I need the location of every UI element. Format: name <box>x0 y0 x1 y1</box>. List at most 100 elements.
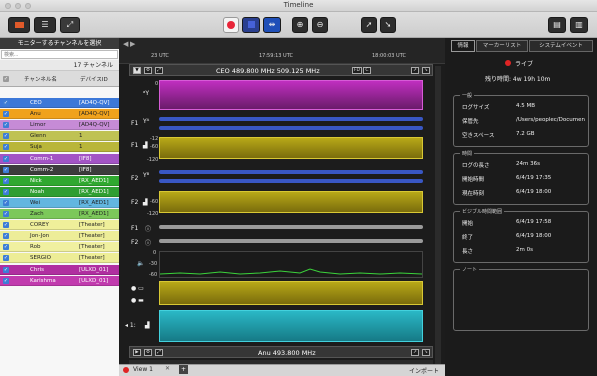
view-tab-bar: View 1 ✕ + インポート <box>119 364 445 376</box>
scale-tick: -120 <box>147 157 159 163</box>
channel-row[interactable]: ✓ Comm-2 [IF8] <box>0 164 119 175</box>
channel-checkbox[interactable]: ✓ <box>3 199 9 206</box>
channel-checkbox[interactable]: ✓ <box>3 188 9 195</box>
channel-row[interactable]: ✓ Noah [RX_AED1] <box>0 186 119 197</box>
list-button[interactable]: ☰ <box>34 17 56 33</box>
channel-row[interactable]: ✓ Nick [RX_AED1] <box>0 175 119 186</box>
sidebar-button[interactable]: ▤ <box>548 17 566 33</box>
channel-checkbox[interactable]: ✓ <box>3 100 9 106</box>
storage-value: /Users/peoplec/Documen <box>516 117 585 123</box>
channel-row[interactable]: ✓ Wei [RX_AED1] <box>0 197 119 208</box>
add-view-icon[interactable]: + <box>179 365 188 374</box>
channel-row[interactable]: ✓ SERGIO [Theater] <box>0 253 119 264</box>
log-length-value: 24m 36s <box>516 161 540 167</box>
channel-checkbox[interactable]: ✓ <box>3 177 9 184</box>
remaining-time: 残り時間: 4w 19h 10m <box>485 76 551 83</box>
time-ruler: ◀ ▶ 23 UTC 17:59:13 UTC 18:00:03 UTC <box>119 38 445 64</box>
cursor-icon[interactable]: ➚ <box>411 349 419 356</box>
tab-system-events[interactable]: システムイベント <box>529 40 593 52</box>
marker-cursor-icon[interactable]: ➘ <box>422 67 430 74</box>
channel-row[interactable]: ✓ Karishma [ULXD_01] <box>0 275 119 286</box>
column-channel-name[interactable]: チャンネル名 <box>24 75 57 83</box>
channel-checkbox[interactable]: ✓ <box>3 144 9 151</box>
channel-row[interactable]: ✓ Jon-Jon [Theater] <box>0 231 119 242</box>
record-button[interactable] <box>223 17 239 33</box>
view-tab[interactable]: View 1 <box>133 366 153 373</box>
channel-row[interactable]: ✓ Suja 1 <box>0 142 119 153</box>
channel-count: 17 チャンネル <box>0 60 119 71</box>
marker-cursor-button[interactable]: ➘ <box>380 17 396 33</box>
channel-checkbox[interactable]: ✓ <box>3 277 9 284</box>
zoom-out-button[interactable]: ⊖ <box>312 17 328 33</box>
scroll-right-icon[interactable]: ▶ <box>130 40 135 48</box>
scroll-left-icon[interactable]: ◀ <box>123 40 128 48</box>
device-id: [Theater] <box>79 233 105 240</box>
channel-group-header: ▶ ⚙ ⤢ Anu 493.800 MHz ➚ ➘ <box>129 346 433 358</box>
expand-icon[interactable]: ⤢ <box>155 349 163 356</box>
channel-checkbox[interactable]: ✓ <box>3 133 9 140</box>
channel-row[interactable]: ✓ Rob [Theater] <box>0 242 119 253</box>
settings-icon[interactable]: ⚙ <box>144 349 152 356</box>
cursor-icon[interactable]: ➚ <box>411 67 419 74</box>
channel-checkbox[interactable]: ✓ <box>3 166 9 173</box>
channel-checkbox[interactable]: ✓ <box>3 211 9 217</box>
channel-checkbox[interactable]: ✓ <box>3 222 9 229</box>
channel-row[interactable]: ✓ Chris [ULXD_01] <box>0 264 119 275</box>
stop-button[interactable] <box>242 17 260 33</box>
cursor-button[interactable]: ➚ <box>361 17 377 33</box>
close-tab-icon[interactable]: ✕ <box>165 365 170 372</box>
settings-icon[interactable]: ⚙ <box>144 67 152 74</box>
channel-checkbox[interactable]: ✓ <box>3 255 9 262</box>
vertical-scrollbar[interactable] <box>435 66 441 366</box>
expand-icon[interactable]: ⤢ <box>155 67 163 74</box>
column-device-id[interactable]: デバイスID <box>80 75 108 83</box>
channel-row[interactable]: ✓ Limor [AD4Q-QV] <box>0 120 119 131</box>
device-id: [AD4Q-QV] <box>79 111 110 118</box>
range-start-value: 6/4/19 17:58 <box>516 219 552 225</box>
channel-checkbox[interactable]: ✓ <box>3 111 9 118</box>
battery-lane[interactable] <box>159 281 423 305</box>
marker-cursor-icon[interactable]: ➘ <box>422 349 430 356</box>
expand-group-icon[interactable]: ▶ <box>133 349 141 356</box>
notes-section[interactable]: ノート <box>453 266 589 331</box>
channel-checkbox[interactable]: ✓ <box>3 233 9 240</box>
f1-label: F1 <box>131 142 139 149</box>
channel-row[interactable]: ✓ CEO [AD4Q-QV] <box>0 98 119 108</box>
log-size-label: ログサイズ <box>462 105 490 111</box>
zoom-in-button[interactable]: ⊕ <box>292 17 308 33</box>
channel-table-header: ✓ チャンネル名 デバイスID <box>0 71 119 87</box>
channel-checkbox[interactable]: ✓ <box>3 122 9 129</box>
antenna-b-lane[interactable] <box>159 126 423 130</box>
channel-row[interactable]: ✓ Glenn 1 <box>0 131 119 142</box>
f2-status-lane[interactable] <box>159 239 423 243</box>
antenna-b-lane[interactable] <box>159 179 423 183</box>
channel-row[interactable]: ✓ COREY [Theater] <box>0 220 119 231</box>
select-all-checkbox[interactable]: ✓ <box>3 76 9 82</box>
panel-button[interactable]: ▥ <box>570 17 588 33</box>
fit-button[interactable]: ⇹ <box>263 17 281 33</box>
channel-row[interactable]: ✓ Anu [AD4Q-QV] <box>0 109 119 120</box>
channel-checkbox[interactable]: ✓ <box>3 266 9 273</box>
tab-marker-list[interactable]: マーカーリスト <box>476 40 528 52</box>
channel-name: CEO <box>30 100 42 106</box>
channel-checkbox[interactable]: ✓ <box>3 155 9 162</box>
channel-search-input[interactable] <box>1 50 118 59</box>
antenna-a-lane[interactable] <box>159 170 423 174</box>
import-button[interactable]: インポート <box>409 366 439 375</box>
channel-row[interactable]: ✓ Comm-1 [IF8] <box>0 153 119 164</box>
tab-info[interactable]: 情報 <box>451 40 475 52</box>
expand-button[interactable]: ⤢ <box>60 17 80 33</box>
channel-list-button[interactable] <box>8 17 30 33</box>
antenna-a-lane[interactable] <box>159 117 423 121</box>
f2-rf-lane[interactable] <box>159 191 423 213</box>
f1-status-lane[interactable] <box>159 225 423 229</box>
scale-tick: -60 <box>150 144 159 150</box>
channel-row[interactable]: ✓ Zach [RX_AED1] <box>0 209 119 219</box>
free-space-label: 空きスペース <box>462 133 495 139</box>
rf-level-lane[interactable] <box>159 80 423 110</box>
audio-level-lane[interactable] <box>159 251 423 278</box>
channel-checkbox[interactable]: ✓ <box>3 244 9 251</box>
f1-rf-lane[interactable] <box>159 137 423 159</box>
channel-1-lane[interactable] <box>159 310 423 342</box>
collapse-icon[interactable]: ▼ <box>133 67 141 74</box>
